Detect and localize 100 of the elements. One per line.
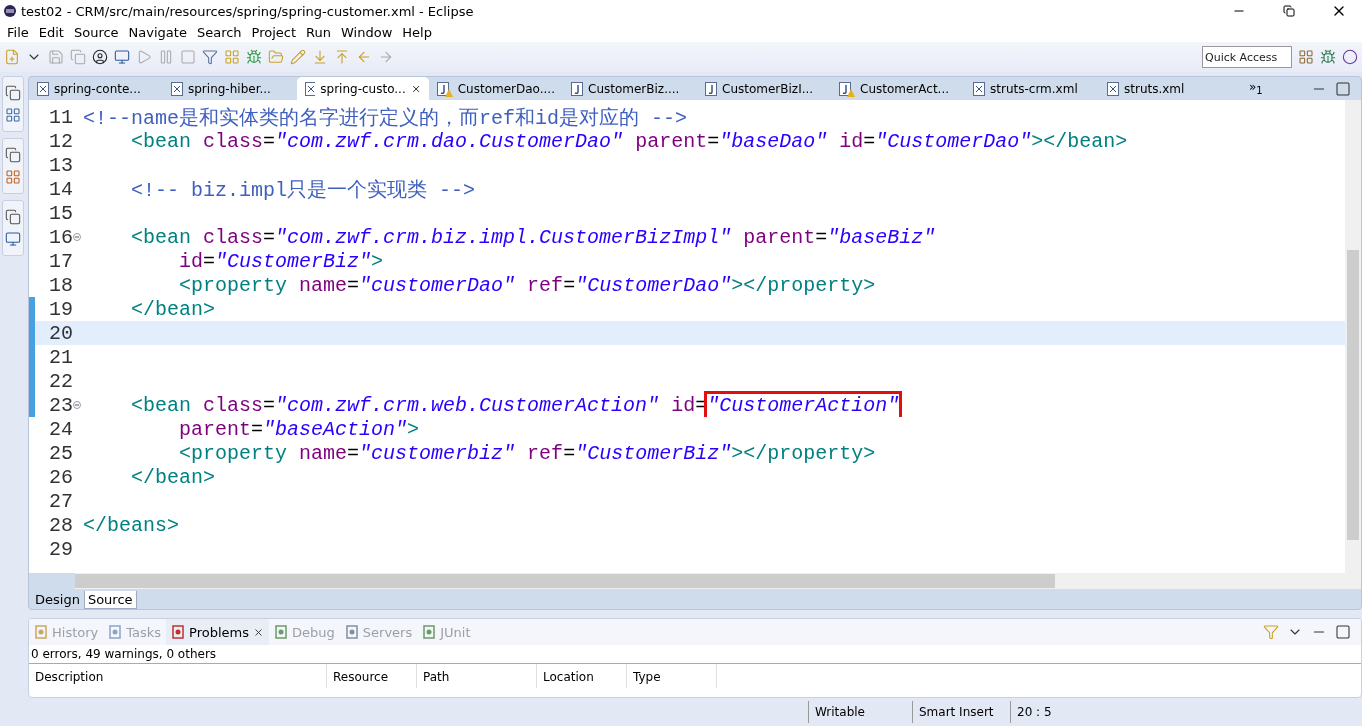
line-number: 19 [48,297,73,321]
maximize-icon[interactable] [1335,80,1351,97]
servers-icon [344,625,359,640]
back-icon[interactable] [356,49,372,65]
debug-perspective-icon[interactable] [1320,49,1336,65]
code-line: </bean> [130,297,216,321]
line-number: 18 [48,273,73,297]
history-icon [34,625,48,640]
code-line: id="CustomerBiz"> [178,249,384,273]
editor-tab[interactable]: CustomerBiz.... [563,77,697,100]
more-tabs[interactable]: »$_{1}$ [1249,80,1263,97]
outline-icon[interactable] [5,169,21,185]
column-header[interactable]: Location [537,664,627,689]
forward-icon[interactable] [378,49,394,65]
monitor-icon[interactable] [114,49,130,65]
tab-label: CustomerAct... [860,81,950,96]
fold-icon[interactable] [73,233,81,241]
menu-item[interactable]: Help [397,24,437,40]
menu-item[interactable]: Window [336,24,398,40]
editor-tab[interactable]: spring-conte... [29,77,163,100]
line-number: 17 [48,249,73,273]
column-header[interactable]: Description [29,664,327,689]
line-number: 29 [48,537,73,561]
line-number: 26 [48,465,73,489]
package-icon[interactable] [5,107,21,123]
stop-icon[interactable] [180,49,196,65]
status-field: 20 : 5 [1010,701,1110,724]
restore-icon[interactable] [5,85,21,101]
xml-file-icon [171,81,183,96]
user-icon[interactable] [92,49,108,65]
mode-tab[interactable]: Source [83,591,137,610]
menu-item[interactable]: Search [191,24,247,40]
editor-tab[interactable]: struts-crm.xml [965,77,1099,100]
column-header[interactable]: Path [417,664,537,689]
quick-access-field[interactable]: Quick Access [1202,46,1292,68]
up-arrow-icon[interactable] [334,49,350,65]
code-line: <property name="customerDao" ref="CustomerDao"></property> [178,273,876,297]
line-number: 16 [48,225,73,249]
xml-file-icon [973,81,985,96]
line-number: 12 [48,129,73,153]
menu-item[interactable]: Navigate [123,24,192,40]
menu-item[interactable]: Project [246,24,302,40]
console-icon[interactable] [5,231,21,247]
code-line: <!-- biz.impl只是一个实现类 --> [130,177,476,203]
tab-label: CustomerDao.... [457,81,555,96]
vertical-scrollbar[interactable] [1345,100,1361,574]
editor-tab[interactable]: CustomerBizI... [697,77,831,100]
eclipse-logo-icon [3,4,17,18]
tab-label: CustomerBizI... [722,81,814,96]
menu-item[interactable]: Source [68,24,124,40]
restore-icon[interactable] [5,209,21,225]
new-file-icon[interactable] [4,49,20,65]
editor-tab[interactable]: CustomerAct... [831,77,965,100]
line-number: 27 [48,489,73,513]
fold-icon[interactable] [73,401,81,409]
folder-icon[interactable] [268,49,284,65]
xml-file-icon [37,81,49,96]
editor-tab[interactable]: CustomerDao.... [429,77,563,100]
line-number: 14 [48,177,73,201]
menu-item[interactable]: File [2,24,34,40]
pencil-icon[interactable] [290,49,306,65]
horizontal-scrollbar[interactable] [75,573,1361,590]
menu-item[interactable]: Run [301,24,336,40]
bug-icon[interactable] [246,49,262,65]
line-number: 22 [48,369,73,393]
tab-label: spring-hiber... [188,81,271,96]
down-arrow-icon[interactable] [312,49,328,65]
xml-file-icon [1107,81,1119,96]
menu-item[interactable]: Edit [33,24,69,40]
editor-tab[interactable]: spring-hiber... [163,77,297,100]
java-file-icon [839,81,851,96]
status-field: Writable [808,701,912,724]
editor-tab[interactable]: struts.xml [1099,77,1233,100]
play-icon[interactable] [136,49,152,65]
column-header[interactable]: Resource [327,664,417,689]
pause-icon[interactable] [158,49,174,65]
view-tab[interactable]: Problems [166,619,269,646]
editor-tab[interactable]: spring-custo... [297,77,429,100]
perspective-icon[interactable] [1298,49,1314,65]
restore-icon [1283,5,1295,17]
save-icon[interactable] [48,49,64,65]
save-all-icon[interactable] [70,49,86,65]
maximize-icon[interactable] [1335,624,1351,641]
code-line: </bean> [130,465,216,489]
tab-label: spring-conte... [54,81,141,96]
line-number: 11 [48,105,73,129]
code-line: </beans> [82,513,179,537]
mode-tab[interactable]: Design [31,591,84,610]
grid-icon[interactable] [224,49,240,65]
code-line: <bean class="com.zwf.crm.dao.CustomerDao" parent="baseDao" id="CustomerDao"></bean> [130,129,1128,153]
close-icon[interactable] [253,626,264,638]
java-file-icon [705,81,717,96]
line-number: 20 [48,321,73,345]
filter-icon[interactable] [1263,624,1279,641]
tab-label: CustomerBiz.... [588,81,680,96]
line-number: 23 [48,393,73,417]
tab-label: struts.xml [1124,81,1185,96]
restore-icon[interactable] [5,147,21,163]
column-header[interactable]: Type [627,664,717,689]
filter-icon[interactable] [202,49,218,65]
